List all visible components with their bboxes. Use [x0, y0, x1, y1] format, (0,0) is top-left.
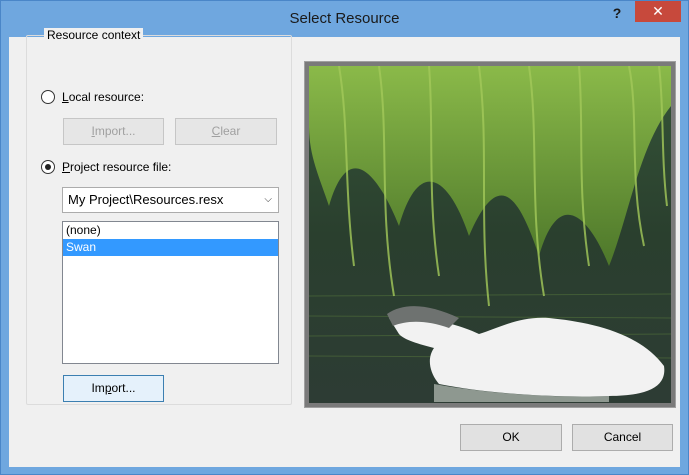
project-resource-label: Project resource file:	[62, 160, 172, 174]
project-resource-radio-circle[interactable]	[41, 160, 55, 174]
cancel-button[interactable]: Cancel	[572, 424, 673, 451]
help-icon[interactable]: ?	[605, 5, 629, 27]
image-preview-frame	[304, 61, 676, 408]
local-resource-label: Local resource:	[62, 90, 145, 104]
project-file-select[interactable]: My Project\Resources.resx ⌵	[62, 187, 279, 213]
preview-image-graphic	[309, 66, 671, 403]
project-file-value: My Project\Resources.resx	[68, 192, 224, 207]
swan-preview-image	[309, 66, 671, 403]
select-resource-dialog: Select Resource ? ✕ Resource context Loc…	[0, 0, 689, 475]
dialog-title: Select Resource	[289, 10, 400, 27]
local-import-button[interactable]: Import...	[63, 118, 164, 145]
chevron-down-icon: ⌵	[264, 194, 272, 205]
project-resource-radio[interactable]: Project resource file:	[41, 160, 171, 174]
local-resource-radio-circle[interactable]	[41, 90, 55, 104]
import-button[interactable]: Import...	[63, 375, 164, 402]
close-icon[interactable]: ✕	[635, 1, 681, 22]
list-item-selected[interactable]: Swan	[63, 239, 278, 256]
list-item[interactable]: (none)	[63, 222, 278, 239]
local-resource-radio[interactable]: Local resource:	[41, 90, 144, 104]
resource-context-legend: Resource context	[44, 28, 144, 42]
resource-listbox[interactable]: (none) Swan	[62, 221, 279, 364]
ok-button[interactable]: OK	[460, 424, 562, 451]
radio-selected-dot	[45, 164, 51, 170]
clear-button[interactable]: Clear	[175, 118, 277, 145]
